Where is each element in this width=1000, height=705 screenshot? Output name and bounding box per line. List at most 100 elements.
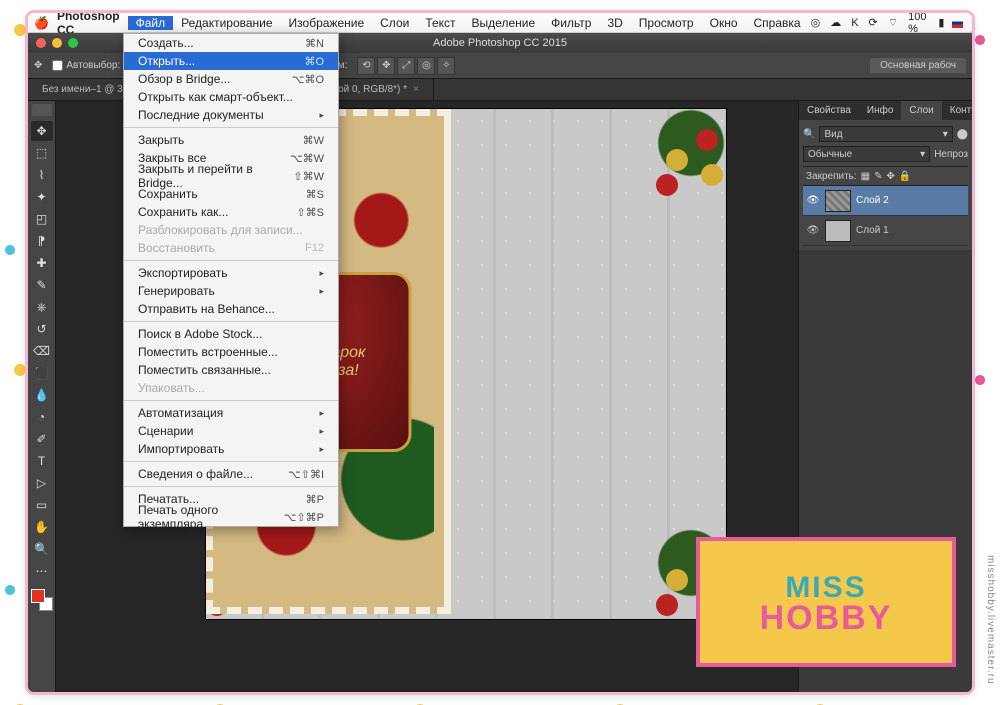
menu-layers[interactable]: Слои (372, 16, 417, 30)
tab-properties[interactable]: Свойства (799, 101, 859, 120)
menu-view[interactable]: Просмотр (631, 16, 702, 30)
lock-position-icon[interactable]: ✥ (887, 171, 895, 182)
eraser-tool[interactable]: ⌫ (31, 341, 53, 361)
tools-panel: ✥ ⬚ ⌇ ✦ ◰ ⁋ ✚ ✎ ⎈ ↺ ⌫ ⬛ 💧 ◔ ✐ T ▷ ▭ ✋ 🔍 (28, 101, 56, 692)
menu-select[interactable]: Выделение (464, 16, 544, 30)
pen-tool[interactable]: ✐ (31, 429, 53, 449)
layer-row[interactable]: 👁 Слой 2 (803, 186, 968, 216)
minimize-icon[interactable] (52, 38, 62, 48)
autoselect-checkbox[interactable]: Автовыбор: (52, 60, 120, 71)
menu-item[interactable]: Генерировать (124, 282, 338, 300)
3d-icon[interactable]: ⤢ (397, 57, 415, 75)
menu-item[interactable]: Автоматизация (124, 404, 338, 422)
menu-item[interactable]: Сведения о файле...⌥⇧⌘I (124, 465, 338, 483)
layer-row[interactable]: 👁 Слой 1 (803, 216, 968, 246)
close-icon[interactable] (36, 38, 46, 48)
lasso-tool[interactable]: ⌇ (31, 165, 53, 185)
menu-item[interactable]: Импортировать (124, 440, 338, 458)
battery-icon[interactable]: ▮ (936, 16, 946, 29)
menu-item[interactable]: Поместить встроенные... (124, 343, 338, 361)
menu-item[interactable]: Поместить связанные... (124, 361, 338, 379)
visibility-icon[interactable]: 👁 (806, 225, 820, 236)
lock-label: Закрепить: (806, 171, 857, 182)
menu-item[interactable]: Последние документы (124, 106, 338, 124)
layer-thumbnail[interactable] (825, 220, 851, 242)
hand-tool[interactable]: ✋ (31, 517, 53, 537)
logo-line2: HOBBY (760, 599, 893, 638)
layer-thumbnail[interactable] (825, 190, 851, 212)
fg-color[interactable] (31, 589, 45, 603)
more-tools[interactable]: ⋯ (31, 561, 53, 581)
search-icon[interactable]: 🔍 (803, 129, 815, 140)
watermark-logo: MISS HOBBY (696, 537, 956, 667)
menu-item[interactable]: Создать...⌘N (124, 34, 338, 52)
3d-icon[interactable]: ✥ (377, 57, 395, 75)
stamp-tool[interactable]: ⎈ (31, 297, 53, 317)
3d-icon[interactable]: ◎ (417, 57, 435, 75)
layer-name: Слой 2 (856, 195, 889, 206)
lock-brush-icon[interactable]: ✎ (874, 171, 882, 182)
menu-item[interactable]: Печать одного экземпляра⌥⇧⌘P (124, 508, 338, 526)
menu-text[interactable]: Текст (417, 16, 463, 30)
menu-item[interactable]: Закрыть⌘W (124, 131, 338, 149)
menu-help[interactable]: Справка (746, 16, 809, 30)
move-tool-icon[interactable]: ✥ (34, 60, 42, 71)
dodge-tool[interactable]: ◔ (31, 407, 53, 427)
layer-filter-select[interactable]: Вид▾ (819, 126, 952, 142)
3d-icon[interactable]: ✧ (437, 57, 455, 75)
menu-item[interactable]: Экспортировать (124, 264, 338, 282)
color-swatches[interactable] (31, 589, 53, 611)
flag-icon[interactable] (952, 18, 962, 28)
menu-item[interactable]: Отправить на Behance... (124, 300, 338, 318)
menu-item[interactable]: Обзор в Bridge...⌥⌘O (124, 70, 338, 88)
crop-tool[interactable]: ◰ (31, 209, 53, 229)
shape-tool[interactable]: ▭ (31, 495, 53, 515)
close-tab-icon[interactable]: × (413, 84, 419, 95)
visibility-icon[interactable]: 👁 (806, 195, 820, 206)
menu-edit[interactable]: Редактирование (173, 16, 280, 30)
blur-tool[interactable]: 💧 (31, 385, 53, 405)
move-tool[interactable]: ✥ (31, 121, 53, 141)
lock-all-icon[interactable]: 🔒 (899, 171, 911, 182)
menu-item[interactable]: Поиск в Adobe Stock... (124, 325, 338, 343)
workspace-label[interactable]: Основная рабоч (870, 58, 966, 73)
path-tool[interactable]: ▷ (31, 473, 53, 493)
menu-filter[interactable]: Фильтр (543, 16, 599, 30)
marquee-tool[interactable]: ⬚ (31, 143, 53, 163)
gradient-tool[interactable]: ⬛ (31, 363, 53, 383)
menu-item[interactable]: Открыть как смарт-объект... (124, 88, 338, 106)
apple-icon[interactable]: 🍎 (34, 16, 49, 30)
3d-icon[interactable]: ⟲ (357, 57, 375, 75)
menu-item[interactable]: Открыть...⌘O (124, 52, 338, 70)
menu-window[interactable]: Окно (702, 16, 746, 30)
filter-toggle[interactable]: ⬤ (957, 129, 968, 140)
zoom-tool[interactable]: 🔍 (31, 539, 53, 559)
menu-item: Упаковать... (124, 379, 338, 397)
eyedropper-tool[interactable]: ⁋ (31, 231, 53, 251)
type-tool[interactable]: T (31, 451, 53, 471)
file-menu-dropdown: Создать...⌘NОткрыть...⌘OОбзор в Bridge..… (123, 33, 339, 527)
wand-tool[interactable]: ✦ (31, 187, 53, 207)
brush-tool[interactable]: ✎ (31, 275, 53, 295)
clock: Чт 1 (969, 13, 972, 35)
menu-file[interactable]: Файл (128, 16, 174, 30)
menu-item[interactable]: Сохранить как...⇧⌘S (124, 203, 338, 221)
menu-3d[interactable]: 3D (599, 16, 630, 30)
menu-item[interactable]: Закрыть и перейти в Bridge...⇧⌘W (124, 167, 338, 185)
tools-grip[interactable] (32, 104, 52, 116)
lock-pixels-icon[interactable]: ▦ (861, 171, 870, 182)
sync-icon[interactable]: ⟳ (867, 16, 880, 29)
cloud-icon[interactable]: ☁ (828, 16, 843, 29)
zoom-icon[interactable] (68, 38, 78, 48)
k-icon[interactable]: K (849, 17, 860, 29)
wifi-icon[interactable]: ⌔ (886, 16, 900, 30)
menu-item[interactable]: Сценарии (124, 422, 338, 440)
history-brush-tool[interactable]: ↺ (31, 319, 53, 339)
tab-layers[interactable]: Слои (901, 101, 941, 120)
tab-contours[interactable]: Контуры (942, 101, 972, 120)
tab-info[interactable]: Инфо (859, 101, 902, 120)
blend-mode-select[interactable]: Обычные▾ (803, 146, 930, 162)
cc-icon[interactable]: ◎ (809, 16, 823, 29)
menu-image[interactable]: Изображение (281, 16, 373, 30)
heal-tool[interactable]: ✚ (31, 253, 53, 273)
